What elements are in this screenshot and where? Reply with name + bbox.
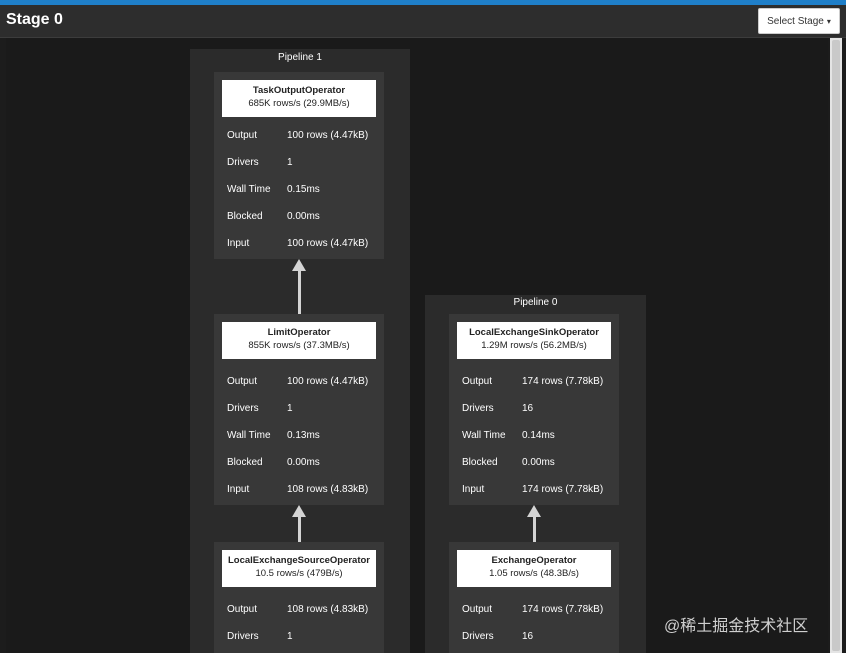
stat-value: 108 rows (4.83kB) xyxy=(287,484,369,495)
operator-name: LocalExchangeSinkOperator xyxy=(469,327,599,338)
stat-value: 1 xyxy=(287,403,293,414)
scrollbar-thumb[interactable] xyxy=(832,40,840,651)
stat-value: 1 xyxy=(287,157,293,168)
operator-rate: 10.5 rows/s (479B/s) xyxy=(255,568,343,579)
stat-label: Output xyxy=(227,604,258,615)
stat-label: Blocked xyxy=(227,211,263,222)
stat-label: Output xyxy=(227,376,258,387)
stat-label: Drivers xyxy=(462,403,494,414)
pipeline-graph[interactable]: Pipeline 1 TaskOutputOperator 685K rows/… xyxy=(6,38,828,653)
stat-value: 0.00ms xyxy=(287,457,320,468)
stat-label: Drivers xyxy=(227,157,259,168)
arrow-up-icon xyxy=(527,505,541,517)
select-stage-button[interactable]: Select Stage ▾ xyxy=(758,8,840,34)
stat-value: 0.14ms xyxy=(522,430,555,441)
stat-label: Blocked xyxy=(227,457,263,468)
flow-edge xyxy=(297,517,301,542)
stat-label: Wall Time xyxy=(227,430,271,441)
stat-value: 1 xyxy=(287,631,293,642)
stat-label: Output xyxy=(227,130,258,141)
stat-value: 16 xyxy=(522,403,534,414)
stat-label: Drivers xyxy=(227,403,259,414)
pipeline-0: Pipeline 0 LocalExchangeSinkOperator 1.2… xyxy=(425,295,646,653)
arrow-up-icon xyxy=(292,505,306,517)
flow-edge xyxy=(297,271,301,314)
operator-header: LocalExchangeSourceOperator 10.5 rows/s … xyxy=(222,550,376,587)
stat-label: Input xyxy=(227,238,250,249)
operator-rate: 855K rows/s (37.3MB/s) xyxy=(248,340,350,351)
flow-edge xyxy=(532,517,536,542)
stat-label: Output xyxy=(462,376,493,387)
stat-label: Drivers xyxy=(227,631,259,642)
operator-rate: 685K rows/s (29.9MB/s) xyxy=(248,98,350,109)
operator-name: TaskOutputOperator xyxy=(252,85,346,96)
operator-node[interactable]: TaskOutputOperator 685K rows/s (29.9MB/s… xyxy=(214,72,384,259)
stat-value: 100 rows (4.47kB) xyxy=(287,238,369,249)
operator-name: LocalExchangeSourceOperator xyxy=(227,555,371,566)
operator-node[interactable]: LocalExchangeSinkOperator 1.29M rows/s (… xyxy=(449,314,619,505)
stat-value: 174 rows (7.78kB) xyxy=(522,376,604,387)
select-stage-label: Select Stage xyxy=(767,15,824,27)
page-title: Stage 0 xyxy=(6,11,63,28)
stat-label: Input xyxy=(227,484,250,495)
vertical-scrollbar[interactable] xyxy=(830,38,842,653)
stat-label: Input xyxy=(462,484,485,495)
operator-name: LimitOperator xyxy=(267,327,331,338)
watermark: @稀土掘金技术社区 xyxy=(664,618,809,635)
stat-value: 174 rows (7.78kB) xyxy=(522,484,604,495)
operator-node[interactable]: LimitOperator 855K rows/s (37.3MB/s) Out… xyxy=(214,314,384,505)
caret-down-icon: ▾ xyxy=(826,16,831,26)
operator-header: LocalExchangeSinkOperator 1.29M rows/s (… xyxy=(457,322,611,359)
arrow-up-icon xyxy=(292,259,306,271)
stat-value: 0.15ms xyxy=(287,184,320,195)
pipeline-title: Pipeline 0 xyxy=(513,297,558,308)
operator-node[interactable]: ExchangeOperator 1.05 rows/s (48.3B/s) O… xyxy=(449,542,619,653)
operator-header: LimitOperator 855K rows/s (37.3MB/s) xyxy=(222,322,376,359)
header-bar: Stage 0 xyxy=(0,5,846,38)
pipeline-1: Pipeline 1 TaskOutputOperator 685K rows/… xyxy=(190,49,410,653)
operator-rate: 1.05 rows/s (48.3B/s) xyxy=(489,568,579,579)
stat-label: Wall Time xyxy=(227,184,271,195)
stat-value: 100 rows (4.47kB) xyxy=(287,130,369,141)
stat-value: 16 xyxy=(522,631,534,642)
stat-value: 108 rows (4.83kB) xyxy=(287,604,369,615)
stat-label: Drivers xyxy=(462,631,494,642)
operator-header: TaskOutputOperator 685K rows/s (29.9MB/s… xyxy=(222,80,376,117)
operator-header: ExchangeOperator 1.05 rows/s (48.3B/s) xyxy=(457,550,611,587)
stat-value: 0.00ms xyxy=(287,211,320,222)
operator-name: ExchangeOperator xyxy=(491,555,577,566)
stat-label: Wall Time xyxy=(462,430,506,441)
operator-node[interactable]: LocalExchangeSourceOperator 10.5 rows/s … xyxy=(214,542,384,653)
stat-label: Output xyxy=(462,604,493,615)
pipeline-title: Pipeline 1 xyxy=(278,52,322,63)
stat-value: 174 rows (7.78kB) xyxy=(522,604,604,615)
stat-label: Blocked xyxy=(462,457,498,468)
operator-rate: 1.29M rows/s (56.2MB/s) xyxy=(481,340,587,351)
stat-value: 0.00ms xyxy=(522,457,555,468)
stat-value: 0.13ms xyxy=(287,430,320,441)
stat-value: 100 rows (4.47kB) xyxy=(287,376,369,387)
